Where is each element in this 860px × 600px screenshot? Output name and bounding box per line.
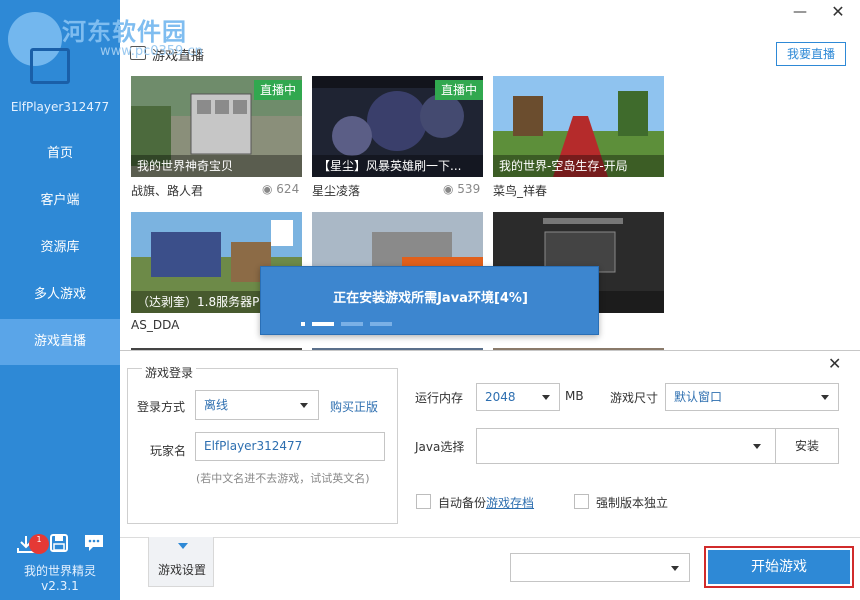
- player-name-label: 玩家名: [150, 444, 187, 458]
- memory-label: 运行内存: [415, 391, 464, 405]
- game-settings-label: 游戏设置: [157, 563, 206, 577]
- stream-title: 我的世界神奇宝贝: [131, 155, 302, 177]
- auto-backup-checkbox[interactable]: [416, 494, 431, 509]
- app-version: v2.3.1: [41, 579, 79, 593]
- chevron-down-icon: [542, 395, 550, 400]
- eye-icon: ◉: [443, 182, 458, 196]
- stream-title: 我的世界-空岛生存-开局: [493, 155, 664, 177]
- nav-item-live[interactable]: 游戏直播: [0, 319, 120, 365]
- java-label: Java选择: [415, 440, 465, 454]
- chevron-down-icon: [821, 395, 829, 400]
- size-select[interactable]: 默认窗口: [665, 383, 839, 411]
- progress-dot: [341, 322, 363, 326]
- live-tag: 直播中: [435, 80, 483, 100]
- login-mode-select[interactable]: 离线: [195, 390, 319, 420]
- view-count: ◉ 624: [262, 182, 300, 196]
- java-select[interactable]: [476, 428, 776, 464]
- save-data-link[interactable]: 游戏存档: [486, 496, 534, 510]
- login-mode-label: 登录方式: [137, 400, 186, 414]
- close-window-button[interactable]: ✕: [828, 4, 848, 20]
- stream-card[interactable]: 我的世界-空岛生存-开局: [493, 76, 664, 177]
- username: ElfPlayer312477: [10, 100, 110, 114]
- start-game-button[interactable]: 开始游戏: [704, 546, 854, 588]
- memory-select[interactable]: 2048: [476, 383, 560, 411]
- stream-author: 战旗、路人君: [131, 184, 204, 198]
- go-live-button[interactable]: 我要直播: [776, 42, 846, 66]
- view-count: ◉ 539: [443, 182, 481, 196]
- app-name: 我的世界精灵: [23, 564, 96, 578]
- save-icon[interactable]: [50, 534, 70, 554]
- watermark-site: 河东软件园: [62, 18, 187, 46]
- stream-card[interactable]: 直播中 我的世界神奇宝贝: [131, 76, 302, 177]
- login-group-title: 游戏登录: [142, 364, 197, 381]
- download-badge: 1: [29, 534, 49, 554]
- player-name-input[interactable]: ElfPlayer312477: [195, 432, 385, 461]
- chevron-down-icon: [671, 566, 679, 571]
- game-settings-tab[interactable]: 游戏设置: [148, 537, 214, 587]
- start-game-label: 开始游戏: [708, 550, 850, 584]
- install-message: 正在安装游戏所需Java环境[4%]: [333, 291, 528, 306]
- force-version-checkbox[interactable]: [574, 494, 589, 509]
- nav-item-resources[interactable]: 资源库: [0, 225, 120, 271]
- stream-title: 【星尘】风暴英雄刷一下...: [312, 155, 483, 177]
- memory-unit: MB: [565, 389, 584, 403]
- nav-item-client[interactable]: 客户端: [0, 178, 120, 224]
- progress-dot: [301, 322, 305, 326]
- size-label: 游戏尺寸: [610, 391, 659, 405]
- progress-dot-active: [312, 322, 334, 326]
- stream-author: 星尘凌落: [312, 184, 361, 198]
- stream-author: 菜鸟_祥春: [493, 184, 548, 198]
- sidebar-tools: 1: [14, 534, 114, 556]
- auto-backup-label: 自动备份游戏存档: [438, 496, 535, 510]
- progress-dot: [370, 322, 392, 326]
- stream-author: AS_DDA: [131, 318, 180, 332]
- install-java-button[interactable]: 安装: [775, 428, 839, 464]
- nav-item-multiplayer[interactable]: 多人游戏: [0, 272, 120, 318]
- chevron-down-icon: [300, 403, 308, 408]
- footer-divider: [120, 537, 860, 538]
- force-version-label: 强制版本独立: [596, 496, 669, 510]
- stream-card[interactable]: 直播中 【星尘】风暴英雄刷一下...: [312, 76, 483, 177]
- version-select[interactable]: [510, 553, 690, 582]
- minimize-button[interactable]: —: [790, 4, 810, 20]
- buy-link[interactable]: 购买正版: [330, 398, 378, 415]
- panel-close-button[interactable]: ✕: [828, 354, 841, 373]
- nav-item-home[interactable]: 首页: [0, 131, 120, 177]
- avatar[interactable]: [30, 48, 70, 84]
- live-tag: 直播中: [254, 80, 302, 100]
- chat-icon[interactable]: [84, 534, 104, 554]
- eye-icon: ◉: [262, 182, 277, 196]
- install-toast: 正在安装游戏所需Java环境[4%]: [260, 266, 599, 335]
- download-icon[interactable]: 1: [16, 534, 49, 554]
- sidebar: ElfPlayer312477 首页 客户端 资源库 多人游戏 游戏直播 1 我…: [0, 0, 120, 600]
- watermark-url: www.pc0359.cn: [100, 44, 203, 59]
- chevron-down-icon: [178, 543, 188, 549]
- chevron-down-icon: [753, 444, 761, 449]
- player-name-hint: (若中文名进不去游戏，试试英文名): [196, 472, 370, 485]
